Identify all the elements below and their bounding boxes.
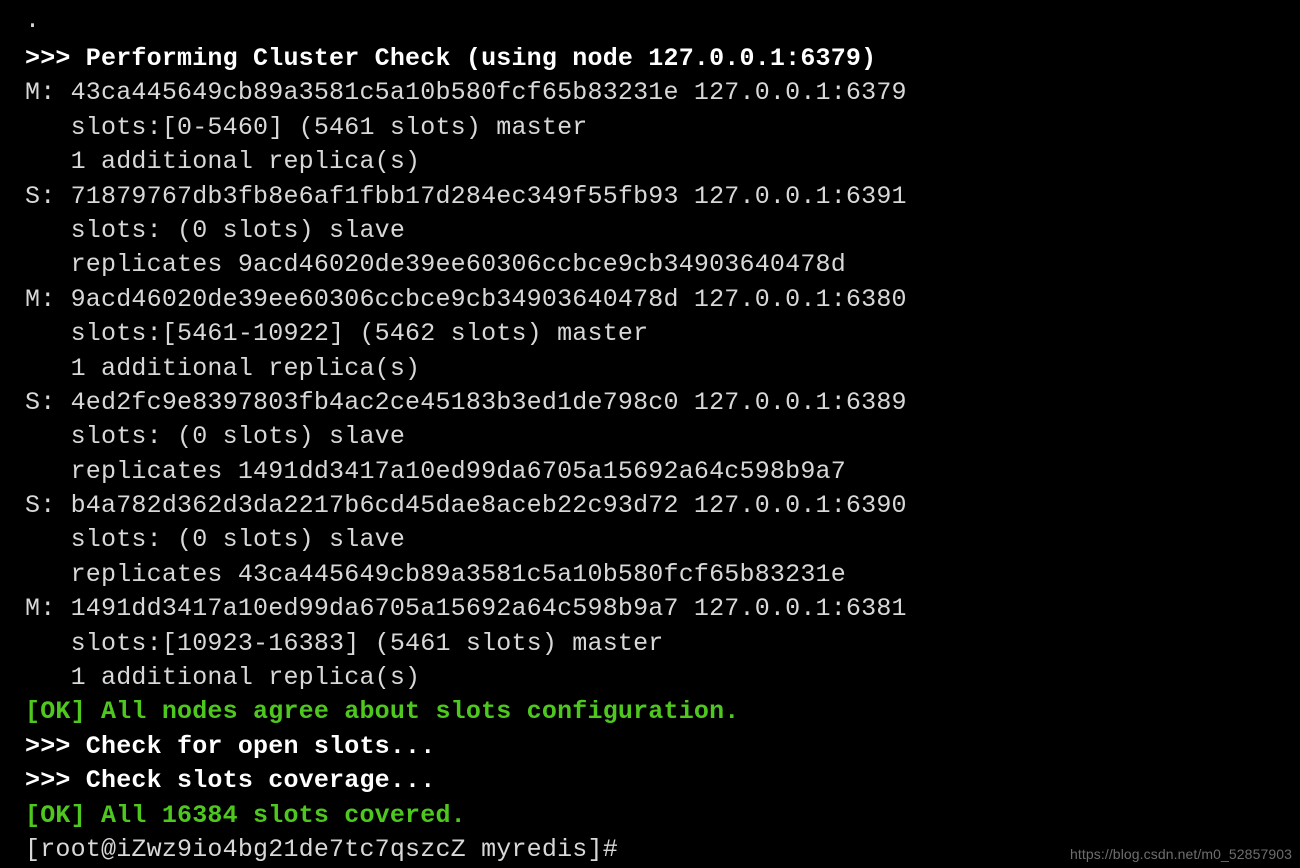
terminal-line: S: b4a782d362d3da2217b6cd45dae8aceb22c93… bbox=[25, 491, 907, 521]
terminal-line: [OK] All 16384 slots covered. bbox=[25, 800, 466, 830]
terminal-line: slots:[5461-10922] (5462 slots) master bbox=[25, 319, 649, 349]
terminal-line: 1 additional replica(s) bbox=[25, 663, 421, 693]
terminal-line: replicates 9acd46020de39ee60306ccbce9cb3… bbox=[25, 250, 846, 280]
terminal-line: S: 4ed2fc9e8397803fb4ac2ce45183b3ed1de79… bbox=[25, 387, 907, 417]
terminal-line: [OK] All nodes agree about slots configu… bbox=[25, 697, 740, 727]
terminal-line: M: 9acd46020de39ee60306ccbce9cb349036404… bbox=[25, 284, 907, 314]
terminal-line: slots: (0 slots) slave bbox=[25, 525, 406, 555]
terminal-line: S: 71879767db3fb8e6af1fbb17d284ec349f55f… bbox=[25, 181, 907, 211]
terminal-line: slots:[10923-16383] (5461 slots) master bbox=[25, 628, 664, 658]
terminal-line: >>> Check slots coverage... bbox=[25, 766, 436, 796]
terminal-line: slots: (0 slots) slave bbox=[25, 422, 406, 452]
terminal-line: M: 1491dd3417a10ed99da6705a15692a64c598b… bbox=[25, 594, 907, 624]
terminal-line: slots: (0 slots) slave bbox=[25, 215, 406, 245]
terminal-line: replicates 1491dd3417a10ed99da6705a15692… bbox=[25, 456, 846, 486]
terminal-line: slots:[0-5460] (5461 slots) master bbox=[25, 112, 588, 142]
terminal-line: 1 additional replica(s) bbox=[25, 147, 421, 177]
terminal-line: . bbox=[25, 6, 41, 35]
terminal-window[interactable]: . >>> Performing Cluster Check (using nod… bbox=[0, 0, 1300, 868]
watermark-url: https://blog.csdn.net/m0_52857903 bbox=[1069, 846, 1292, 862]
terminal-line: >>> Check for open slots... bbox=[25, 731, 436, 761]
terminal-line: M: 43ca445649cb89a3581c5a10b580fcf65b832… bbox=[25, 78, 907, 108]
terminal-line: replicates 43ca445649cb89a3581c5a10b580f… bbox=[25, 559, 846, 589]
terminal-line: 1 additional replica(s) bbox=[25, 353, 421, 383]
terminal-output: . >>> Performing Cluster Check (using nod… bbox=[0, 0, 1300, 867]
terminal-line: >>> Performing Cluster Check (using node… bbox=[25, 44, 877, 73]
